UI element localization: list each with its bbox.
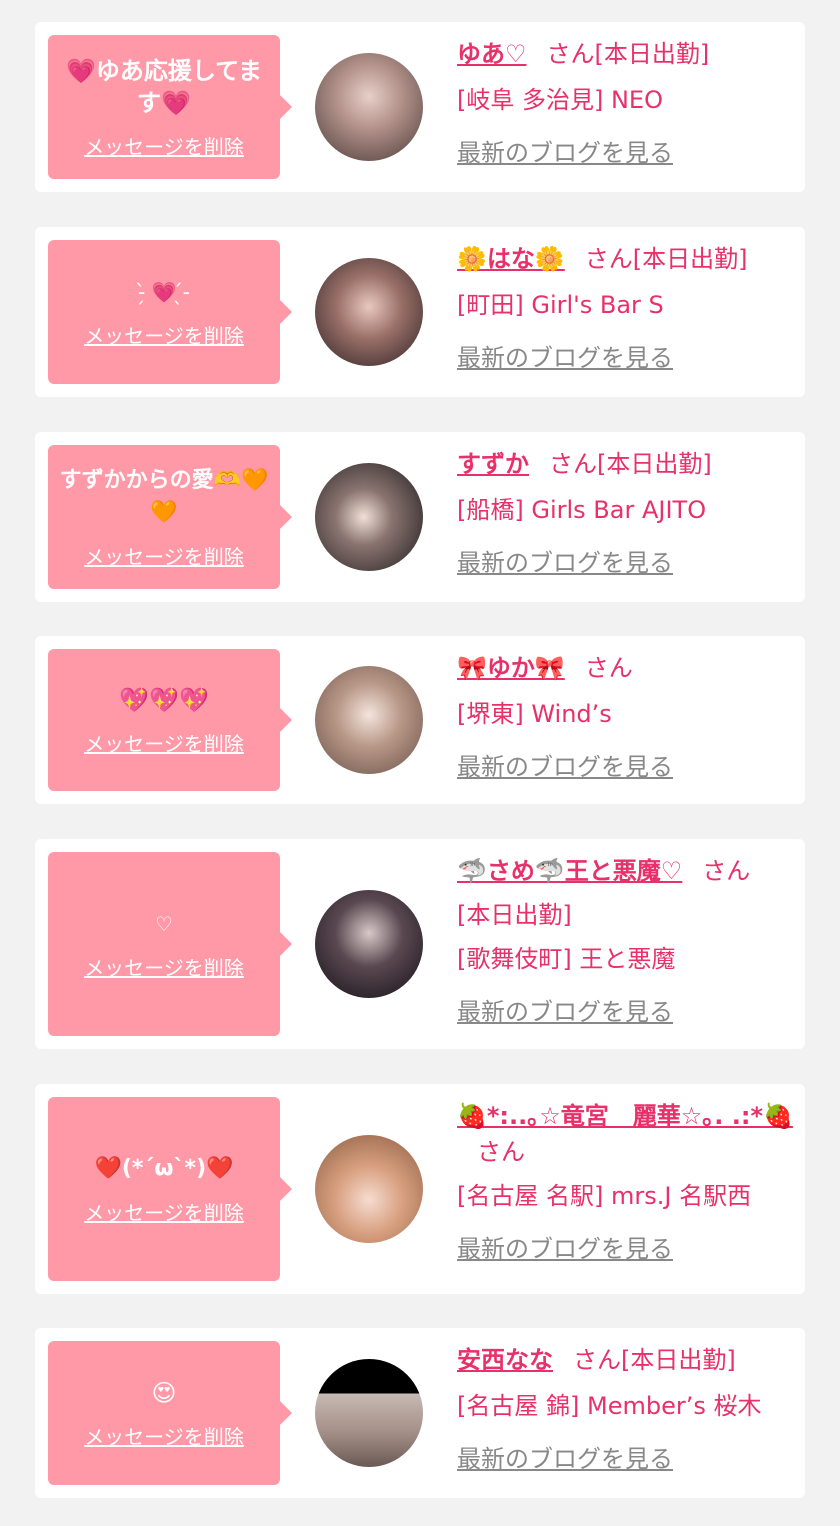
san-label: さん [546, 40, 595, 68]
cast-info: 🦈さめ🦈王と悪魔♡ さん [本日出勤] [歌舞伎町] 王と悪魔 最新のブログを見る [457, 853, 802, 1027]
delete-message-link[interactable]: メッセージを削除 [84, 131, 244, 160]
message-bubble: 😍 メッセージを削除 [48, 1341, 292, 1485]
cast-avatar[interactable] [315, 1135, 423, 1243]
name-line: ゆあ♡ さん[本日出勤] [457, 36, 802, 72]
message-text: すずかからの愛🫶🧡🧡 [59, 467, 269, 525]
san-label: さん [477, 1138, 525, 1166]
delete-message-link[interactable]: メッセージを削除 [84, 728, 244, 757]
shop-info: [名古屋 名駅] mrs.J 名駅西 [457, 1182, 752, 1210]
cast-avatar[interactable] [315, 1359, 423, 1467]
message-card: すずかからの愛🫶🧡🧡 メッセージを削除 すずか さん[本日出勤] [船橋] Gir… [35, 432, 805, 602]
cast-avatar[interactable] [315, 258, 423, 366]
message-card: ♡ メッセージを削除 🦈さめ🦈王と悪魔♡ さん [本日出勤] [歌舞伎町] 王と悪… [35, 839, 805, 1049]
shop-info: [堺東] Wind’s [457, 700, 612, 728]
message-text: ❤️(*´ω`*)❤️ [94, 1155, 234, 1181]
san-label: さん [702, 857, 751, 885]
delete-message-link[interactable]: メッセージを削除 [84, 1197, 244, 1226]
cast-avatar[interactable] [315, 463, 423, 571]
message-text: ♡ [155, 911, 173, 936]
shop-info: [名古屋 錦] Member’s 桜木 [457, 1392, 762, 1420]
name-line: すずか さん[本日出勤] [457, 446, 802, 482]
cast-info: すずか さん[本日出勤] [船橋] Girls Bar AJITO 最新のブログを… [457, 446, 802, 578]
name-line: 🌼はな🌼 さん[本日出勤] [457, 241, 802, 277]
message-bubble: すずかからの愛🫶🧡🧡 メッセージを削除 [48, 445, 292, 589]
cast-name-link[interactable]: 🌼はな🌼 [457, 245, 565, 273]
name-line: 🍓*:..｡☆竜宮 麗華☆｡. .:*🍓 さん [457, 1098, 802, 1170]
attendance-status: [本日出勤] [632, 245, 748, 273]
attendance-status: [本日出勤] [597, 450, 712, 478]
shop-info: [岐阜 多治見] NEO [457, 86, 663, 114]
blog-link[interactable]: 最新のブログを見る [457, 1234, 802, 1264]
message-card: 💗ゆあ応援してます💗 メッセージを削除 ゆあ♡ さん[本日出勤] [岐阜 多治見]… [35, 22, 805, 192]
cast-info: 🍓*:..｡☆竜宮 麗華☆｡. .:*🍓 さん [名古屋 名駅] mrs.J 名駅… [457, 1098, 802, 1264]
message-bubble: 💖💖💖 メッセージを削除 [48, 649, 292, 791]
name-line: 🎀ゆか🎀 さん [457, 650, 802, 686]
name-line: 安西なな さん[本日出勤] [457, 1342, 802, 1378]
shop-info: [船橋] Girls Bar AJITO [457, 496, 707, 524]
cast-name-link[interactable]: 🎀ゆか🎀 [457, 654, 565, 682]
message-bubble: ♡ メッセージを削除 [48, 852, 292, 1036]
blog-link[interactable]: 最新のブログを見る [457, 343, 802, 373]
delete-message-link[interactable]: メッセージを削除 [84, 952, 244, 981]
cast-info: 🌼はな🌼 さん[本日出勤] [町田] Girl's Bar S 最新のブログを見る [457, 241, 802, 373]
delete-message-link[interactable]: メッセージを削除 [84, 1421, 244, 1450]
message-text: -̗̀ 💗 ̖́- [137, 279, 191, 304]
attendance-status: [本日出勤] [457, 901, 572, 929]
cast-avatar[interactable] [315, 666, 423, 774]
shop-info: [歌舞伎町] 王と悪魔 [457, 945, 676, 973]
cast-name-link[interactable]: 🍓*:..｡☆竜宮 麗華☆｡. .:*🍓 [457, 1102, 793, 1130]
blog-link[interactable]: 最新のブログを見る [457, 548, 802, 578]
cast-info: 安西なな さん[本日出勤] [名古屋 錦] Member’s 桜木 最新のブログを… [457, 1342, 802, 1474]
attendance-status: [本日出勤] [621, 1346, 736, 1374]
message-card: 😍 メッセージを削除 安西なな さん[本日出勤] [名古屋 錦] Member’s… [35, 1328, 805, 1498]
blog-link[interactable]: 最新のブログを見る [457, 997, 802, 1027]
cast-name-link[interactable]: 安西なな [457, 1346, 553, 1374]
delete-message-link[interactable]: メッセージを削除 [84, 320, 244, 349]
message-card: -̗̀ 💗 ̖́- メッセージを削除 🌼はな🌼 さん[本日出勤] [町田] Gir… [35, 227, 805, 397]
cast-info: ゆあ♡ さん[本日出勤] [岐阜 多治見] NEO 最新のブログを見る [457, 36, 802, 168]
blog-link[interactable]: 最新のブログを見る [457, 138, 802, 168]
message-bubble: -̗̀ 💗 ̖́- メッセージを削除 [48, 240, 292, 384]
cast-name-link[interactable]: すずか [457, 450, 529, 478]
name-line: 🦈さめ🦈王と悪魔♡ さん [457, 853, 802, 889]
cast-name-link[interactable]: ゆあ♡ [457, 40, 527, 68]
cast-avatar[interactable] [315, 53, 423, 161]
message-bubble: 💗ゆあ応援してます💗 メッセージを削除 [48, 35, 292, 179]
san-label: さん [584, 654, 633, 682]
san-label: さん [584, 245, 633, 273]
delete-message-link[interactable]: メッセージを削除 [84, 541, 244, 570]
message-card: ❤️(*´ω`*)❤️ メッセージを削除 🍓*:..｡☆竜宮 麗華☆｡. .:*… [35, 1084, 805, 1294]
cast-name-link[interactable]: 🦈さめ🦈王と悪魔♡ [457, 857, 682, 885]
cast-info: 🎀ゆか🎀 さん [堺東] Wind’s 最新のブログを見る [457, 650, 802, 782]
attendance-status: [本日出勤] [594, 40, 710, 68]
message-text: 💖💖💖 [119, 685, 209, 714]
message-text: 💗ゆあ応援してます💗 [66, 56, 262, 117]
message-text: 😍 [151, 1378, 177, 1407]
message-card: 💖💖💖 メッセージを削除 🎀ゆか🎀 さん [堺東] Wind’s 最新のブログを見… [35, 636, 805, 804]
message-bubble: ❤️(*´ω`*)❤️ メッセージを削除 [48, 1097, 292, 1281]
san-label: さん [573, 1346, 621, 1374]
blog-link[interactable]: 最新のブログを見る [457, 752, 802, 782]
cast-avatar[interactable] [315, 890, 423, 998]
san-label: さん [549, 450, 597, 478]
shop-info: [町田] Girl's Bar S [457, 291, 664, 319]
blog-link[interactable]: 最新のブログを見る [457, 1444, 802, 1474]
